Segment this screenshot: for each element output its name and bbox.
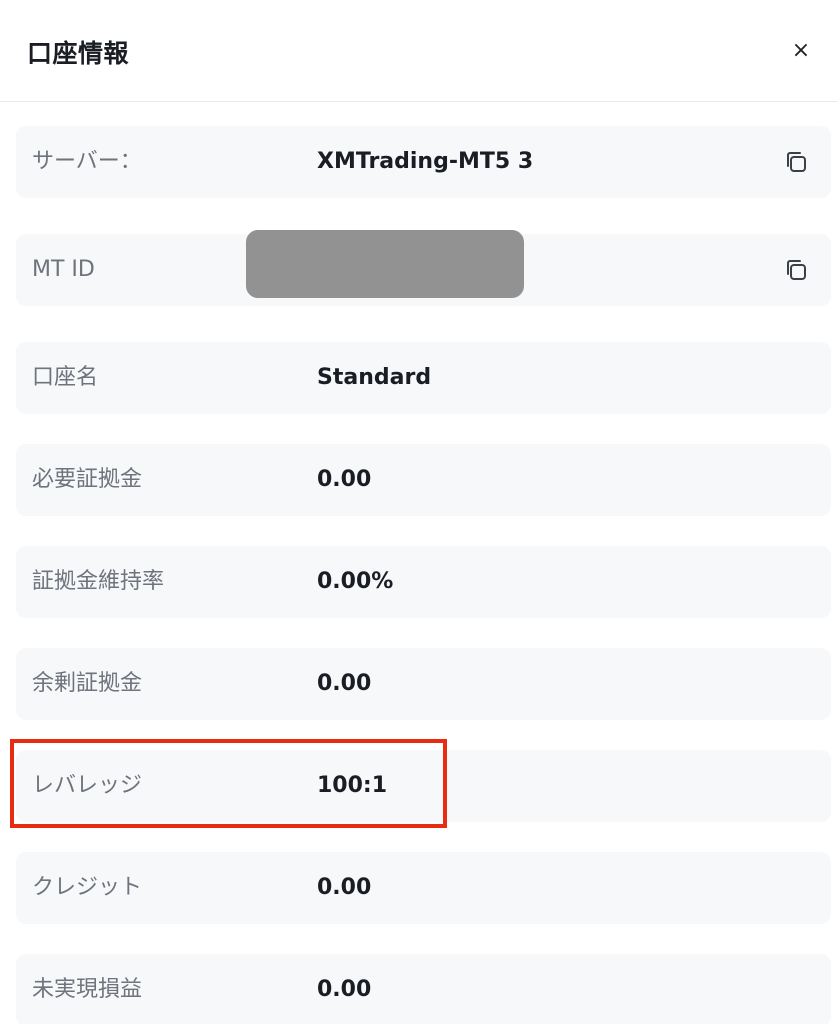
info-row-server: サーバー： XMTrading-MT5 3 (16, 126, 831, 198)
margin-level-label: 証拠金維持率 (32, 569, 165, 594)
info-row-required-margin: 必要証拠金 0.00 (16, 444, 831, 516)
required-margin-value: 0.00 (317, 467, 372, 492)
leverage-highlight-box (10, 739, 447, 828)
free-margin-value: 0.00 (317, 671, 372, 696)
info-row-credit: クレジット 0.00 (16, 852, 831, 924)
dialog-header: 口座情報 × (0, 0, 837, 102)
credit-value: 0.00 (317, 875, 372, 900)
required-margin-label: 必要証拠金 (32, 467, 143, 492)
info-row-account-name: 口座名 Standard (16, 342, 831, 414)
close-icon[interactable]: × (787, 36, 815, 64)
copy-icon[interactable] (783, 257, 809, 283)
margin-level-value: 0.00% (317, 569, 394, 594)
account-name-label: 口座名 (32, 365, 99, 390)
free-margin-label: 余剰証拠金 (32, 671, 143, 696)
info-row-margin-level: 証拠金維持率 0.00% (16, 546, 831, 618)
unrealized-pnl-value: 0.00 (317, 977, 372, 1002)
server-label: サーバー： (32, 149, 142, 174)
info-row-unrealized-pnl: 未実現損益 0.00 (16, 954, 831, 1024)
account-name-value: Standard (317, 365, 432, 390)
copy-icon[interactable] (783, 149, 809, 175)
dialog-title: 口座情報 (27, 39, 130, 68)
unrealized-pnl-label: 未実現損益 (32, 977, 143, 1002)
info-row-mt-id: MT ID (16, 230, 831, 306)
credit-label: クレジット (32, 875, 143, 900)
mt-id-redacted-value (246, 230, 524, 298)
mt-id-label: MT ID (32, 257, 95, 282)
info-row-free-margin: 余剰証拠金 0.00 (16, 648, 831, 720)
server-value: XMTrading-MT5 3 (317, 149, 534, 174)
